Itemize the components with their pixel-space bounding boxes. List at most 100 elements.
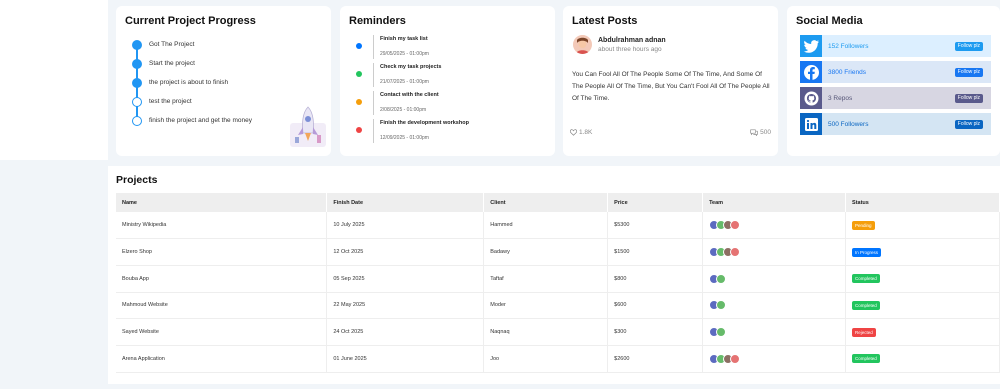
status-badge: Completed xyxy=(852,300,880,310)
cell-status: Completed xyxy=(845,265,1000,293)
facebook-icon[interactable] xyxy=(800,61,822,83)
projects-section: Projects Name Finish Date Client Price Team S… xyxy=(108,166,1000,384)
table-row[interactable]: Sayed Website 24 Oct 2025 Naqnaq $300 Reject… xyxy=(116,318,1000,346)
cell-client: Taftaf xyxy=(483,265,609,293)
reminder-item[interactable]: Contact with the client 2/08/2025 - 01:00… xyxy=(349,91,546,119)
status-badge: In Progress xyxy=(852,247,882,257)
reminder-dot xyxy=(356,43,362,49)
cell-price: $1500 xyxy=(607,238,704,266)
table-row[interactable]: Mahmoud Website 22 May 2025 Moder $600 Compl… xyxy=(116,292,1000,320)
column-header[interactable]: Client xyxy=(483,193,609,212)
avatar[interactable] xyxy=(716,327,727,338)
avatar[interactable] xyxy=(716,300,727,311)
reminder-item[interactable]: Finish my task list 29/05/2025 - 01:00pm xyxy=(349,35,546,63)
step-done-dot xyxy=(132,58,142,69)
reminder-item[interactable]: Check my task projects 21/07/2025 - 01:00… xyxy=(349,63,546,91)
column-header[interactable]: Name xyxy=(116,193,328,212)
table-row[interactable]: Elzero Shop 12 Oct 2025 Badawy $1500 In Prog… xyxy=(116,238,1000,266)
latest-posts-card: Latest Posts Abdulrahman adnan about thr… xyxy=(563,6,778,156)
reminder-title: Finish the development workshop xyxy=(380,120,469,126)
cell-status: In Progress xyxy=(845,238,1000,266)
projects-table: Name Finish Date Client Price Team Status Min… xyxy=(116,193,1000,373)
likes-count: 1.8K xyxy=(579,129,593,136)
column-header[interactable]: Finish Date xyxy=(326,193,485,212)
cell-team xyxy=(702,238,847,266)
avatar[interactable] xyxy=(730,247,741,258)
step-pending-dot xyxy=(132,96,142,107)
social-count: 152 Followers xyxy=(828,42,869,50)
cell-date: 24 Oct 2025 xyxy=(326,318,485,346)
team-avatars xyxy=(709,220,845,231)
team-avatars xyxy=(709,273,845,284)
reminder-date: 29/05/2025 - 01:00pm xyxy=(380,51,429,57)
social-count: 3 Repos xyxy=(828,94,853,102)
cell-date: 10 July 2025 xyxy=(326,212,485,240)
cell-client: Naqnaq xyxy=(483,318,609,346)
progress-step: Got The Project xyxy=(132,35,322,54)
avatar[interactable] xyxy=(730,353,741,364)
cell-name: Bouba App xyxy=(116,265,328,293)
cell-name: Ministry Wikipedia xyxy=(116,212,328,240)
team-avatars xyxy=(709,247,845,258)
progress-step: the project is about to finish xyxy=(132,73,322,92)
follow-button[interactable]: Follow plz xyxy=(954,41,983,51)
status-badge: Pending xyxy=(852,220,875,230)
progress-step-label: test the project xyxy=(149,98,192,105)
reminder-title: Contact with the client xyxy=(380,92,439,98)
column-header[interactable]: Price xyxy=(607,193,704,212)
progress-title: Current Project Progress xyxy=(125,15,256,27)
social-row-linkedin: 500 Followers Follow plz xyxy=(800,113,991,135)
step-pending-dot xyxy=(132,115,142,126)
comments[interactable]: 500 xyxy=(750,129,771,136)
follow-button[interactable]: Follow plz xyxy=(954,119,983,129)
step-done-dot xyxy=(132,77,142,88)
cell-date: 05 Sep 2025 xyxy=(326,265,485,293)
table-row[interactable]: Bouba App 05 Sep 2025 Taftaf $800 Completed xyxy=(116,265,1000,293)
table-row[interactable]: Arena Application 01 June 2025 Joo $2600 Com… xyxy=(116,345,1000,373)
post-time: about three hours ago xyxy=(598,45,662,53)
progress-card: Current Project Progress Got The Project… xyxy=(116,6,331,156)
follow-button[interactable]: Follow plz xyxy=(954,67,983,77)
likes[interactable]: 1.8K xyxy=(570,129,592,136)
reminder-body: Finish my task list 29/05/2025 - 01:00pm xyxy=(373,35,429,59)
comments-icon xyxy=(750,129,758,136)
column-header[interactable]: Status xyxy=(845,193,1000,212)
cell-price: $2600 xyxy=(607,345,704,373)
follow-button[interactable]: Follow plz xyxy=(954,93,983,103)
cell-price: $800 xyxy=(607,265,704,293)
cell-client: Moder xyxy=(483,292,609,320)
status-badge: Completed xyxy=(852,274,880,284)
social-row-github: 3 Repos Follow plz xyxy=(800,87,991,109)
reminder-item[interactable]: Finish the development workshop 12/09/202… xyxy=(349,119,546,147)
twitter-icon[interactable] xyxy=(800,35,822,57)
avatar[interactable] xyxy=(730,220,741,231)
avatar[interactable] xyxy=(716,273,727,284)
cell-team xyxy=(702,318,847,346)
reminder-body: Contact with the client 2/08/2025 - 01:00… xyxy=(373,91,439,115)
column-header[interactable]: Team xyxy=(702,193,847,212)
cell-name: Sayed Website xyxy=(116,318,328,346)
progress-step-label: the project is about to finish xyxy=(149,79,229,86)
reminder-title: Finish my task list xyxy=(380,36,428,42)
social-bar: 152 Followers Follow plz xyxy=(822,35,991,57)
progress-step-label: Start the project xyxy=(149,60,195,67)
cell-date: 22 May 2025 xyxy=(326,292,485,320)
social-bar: 3 Repos Follow plz xyxy=(822,87,991,109)
comments-count: 500 xyxy=(760,129,771,136)
progress-step-label: finish the project and get the money xyxy=(149,117,252,124)
social-bar: 3800 Friends Follow plz xyxy=(822,61,991,83)
table-row[interactable]: Ministry Wikipedia 10 July 2025 Hammed $530… xyxy=(116,212,1000,240)
reminder-dot xyxy=(356,127,362,133)
github-icon[interactable] xyxy=(800,87,822,109)
cell-price: $5300 xyxy=(607,212,704,240)
reminders-title: Reminders xyxy=(349,15,406,27)
rocket-illustration xyxy=(290,106,326,147)
avatar[interactable] xyxy=(573,35,592,54)
post-author-name[interactable]: Abdulrahman adnan xyxy=(598,37,666,44)
cell-status: Completed xyxy=(845,292,1000,320)
post-text: You Can Fool All Of The People Some Of T… xyxy=(572,71,770,102)
linkedin-icon[interactable] xyxy=(800,113,822,135)
cell-team xyxy=(702,265,847,293)
posts-title: Latest Posts xyxy=(572,15,638,27)
cell-client: Hammed xyxy=(483,212,609,240)
